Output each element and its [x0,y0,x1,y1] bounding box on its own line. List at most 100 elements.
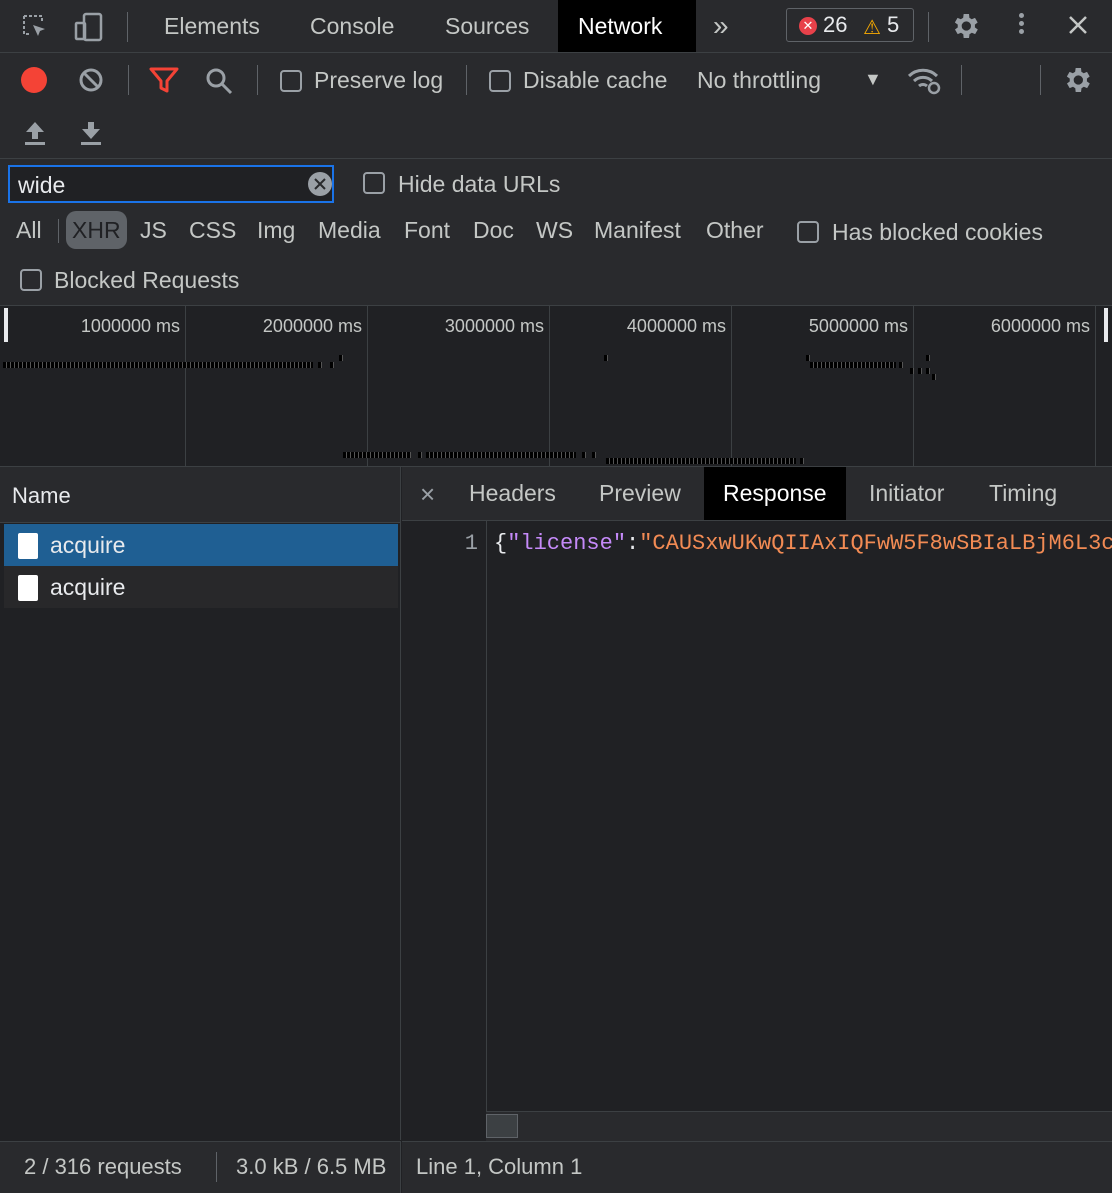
request-row-selected[interactable]: acquire [4,524,398,566]
filter-type-manifest[interactable]: Manifest [588,211,687,249]
timeline-tick-label: 3000000 ms [444,316,544,336]
transfer-size: 3.0 kB / 6.5 MB [236,1154,387,1179]
search-icon[interactable] [203,65,235,97]
request-row[interactable]: acquire [4,566,398,608]
filter-input[interactable] [16,169,300,201]
record-button[interactable] [21,67,47,93]
more-tabs-button[interactable]: » [693,0,749,52]
network-summary-bar: 2 / 316 requests 3.0 kB / 6.5 MB [0,1141,401,1193]
export-har-icon[interactable] [76,117,106,149]
timeline-request-bar [592,452,596,458]
json-brace: { [494,531,508,556]
clear-filter-icon[interactable] [308,172,332,196]
timeline-request-bar [926,368,930,374]
json-key: "license" [507,531,627,556]
warning-icon: ⚠ [863,17,881,39]
clear-icon[interactable] [76,65,106,95]
filter-type-all[interactable]: All [10,211,48,249]
overview-right-handle[interactable] [1104,308,1108,342]
has-blocked-cookies-checkbox[interactable] [797,221,819,243]
filter-type-js[interactable]: JS [134,211,173,249]
timeline-tick-label: 4000000 ms [626,316,726,336]
network-toolbar: Preserve log Disable cache No throttling… [0,53,1112,159]
request-name: acquire [50,574,126,600]
timeline-request-bar [810,362,896,368]
more-options-icon[interactable] [1019,10,1025,37]
filter-icon[interactable] [148,65,180,95]
network-settings-gear-icon[interactable] [1060,63,1094,97]
tab-console[interactable]: Console [290,0,414,52]
blocked-requests-checkbox[interactable] [20,269,42,291]
timeline-request-bar [910,368,914,374]
disable-cache-checkbox[interactable] [489,70,511,92]
tab-response[interactable]: Response [704,467,846,520]
has-blocked-cookies-label: Has blocked cookies [832,219,1043,245]
document-icon [18,533,38,559]
document-icon [18,575,38,601]
timeline-tick-label: 5000000 ms [808,316,908,336]
tab-initiator[interactable]: Initiator [850,467,963,520]
tab-preview[interactable]: Preview [580,467,700,520]
settings-gear-icon[interactable] [948,9,982,43]
timeline-tick-label: 1000000 ms [80,316,180,336]
filter-type-xhr[interactable]: XHR [66,211,127,249]
timeline-request-bar [418,452,422,458]
timeline-request-bar [426,452,576,458]
preserve-log-checkbox[interactable] [280,70,302,92]
name-column-label: Name [12,483,71,508]
timeline-overview[interactable]: 1000000 ms 2000000 ms 3000000 ms 4000000… [0,306,1112,467]
timeline-request-bar [339,355,343,361]
timeline-request-bar [3,362,313,368]
scrollbar-thumb[interactable] [486,1114,518,1138]
line-number-gutter: 1 [402,521,487,1111]
detail-tabbar: × Headers Preview Response Initiator Tim… [402,467,1112,521]
close-devtools-icon[interactable] [1063,10,1093,40]
tab-timing[interactable]: Timing [970,467,1076,520]
tab-headers[interactable]: Headers [450,467,575,520]
timeline-tick-label: 2000000 ms [262,316,362,336]
editor-status-bar: Line 1, Column 1 [402,1141,1112,1193]
timeline-request-bar [806,355,810,361]
timeline-request-bar [918,368,922,374]
close-detail-icon[interactable]: × [420,479,435,510]
timeline-request-bar [606,458,796,464]
blocked-requests-label: Blocked Requests [54,267,240,293]
request-count: 2 / 316 requests [24,1154,182,1179]
device-toolbar-icon[interactable] [72,10,106,44]
tab-sources[interactable]: Sources [425,0,549,52]
filter-search-box [8,165,334,203]
import-har-icon[interactable] [20,117,50,149]
timeline-request-bar [330,362,334,368]
request-list: Name acquire acquire [0,467,401,1140]
request-name: acquire [50,532,126,558]
timeline-tick-label: 6000000 ms [990,316,1090,336]
filter-type-other[interactable]: Other [700,211,770,249]
filter-type-ws[interactable]: WS [530,211,579,249]
timeline-request-bar [582,452,586,458]
hide-data-urls-checkbox[interactable] [363,172,385,194]
line-number: 1 [464,531,478,556]
request-detail-pane: × Headers Preview Response Initiator Tim… [402,467,1112,1141]
name-column-header[interactable]: Name [0,467,400,523]
json-colon: : [626,531,640,556]
inspect-element-icon[interactable] [20,12,50,42]
filter-type-media[interactable]: Media [312,211,387,249]
filter-type-doc[interactable]: Doc [467,211,520,249]
chevron-down-icon[interactable]: ▼ [864,69,882,90]
issues-counter[interactable]: ✕ 26 ⚠ 5 [786,8,914,42]
filter-bar: Hide data URLs All XHR JS CSS Img Media … [0,159,1112,306]
timeline-request-bar [899,362,903,368]
response-code-line[interactable]: {"license":"CAUSxwUKwQIIAxIQFwW5F8wSBIaL… [494,531,1112,556]
timeline-request-bar [318,362,322,368]
overview-left-handle[interactable] [4,308,8,342]
horizontal-scrollbar[interactable] [486,1111,1112,1141]
network-conditions-icon[interactable] [906,65,942,97]
filter-type-img[interactable]: Img [251,211,301,249]
throttling-select[interactable]: No throttling [697,67,821,94]
tab-network[interactable]: Network [558,0,696,52]
timeline-request-bar [604,355,608,361]
filter-type-font[interactable]: Font [398,211,456,249]
filter-type-css[interactable]: CSS [183,211,242,249]
error-count: 26 [823,12,848,37]
tab-elements[interactable]: Elements [144,0,280,52]
